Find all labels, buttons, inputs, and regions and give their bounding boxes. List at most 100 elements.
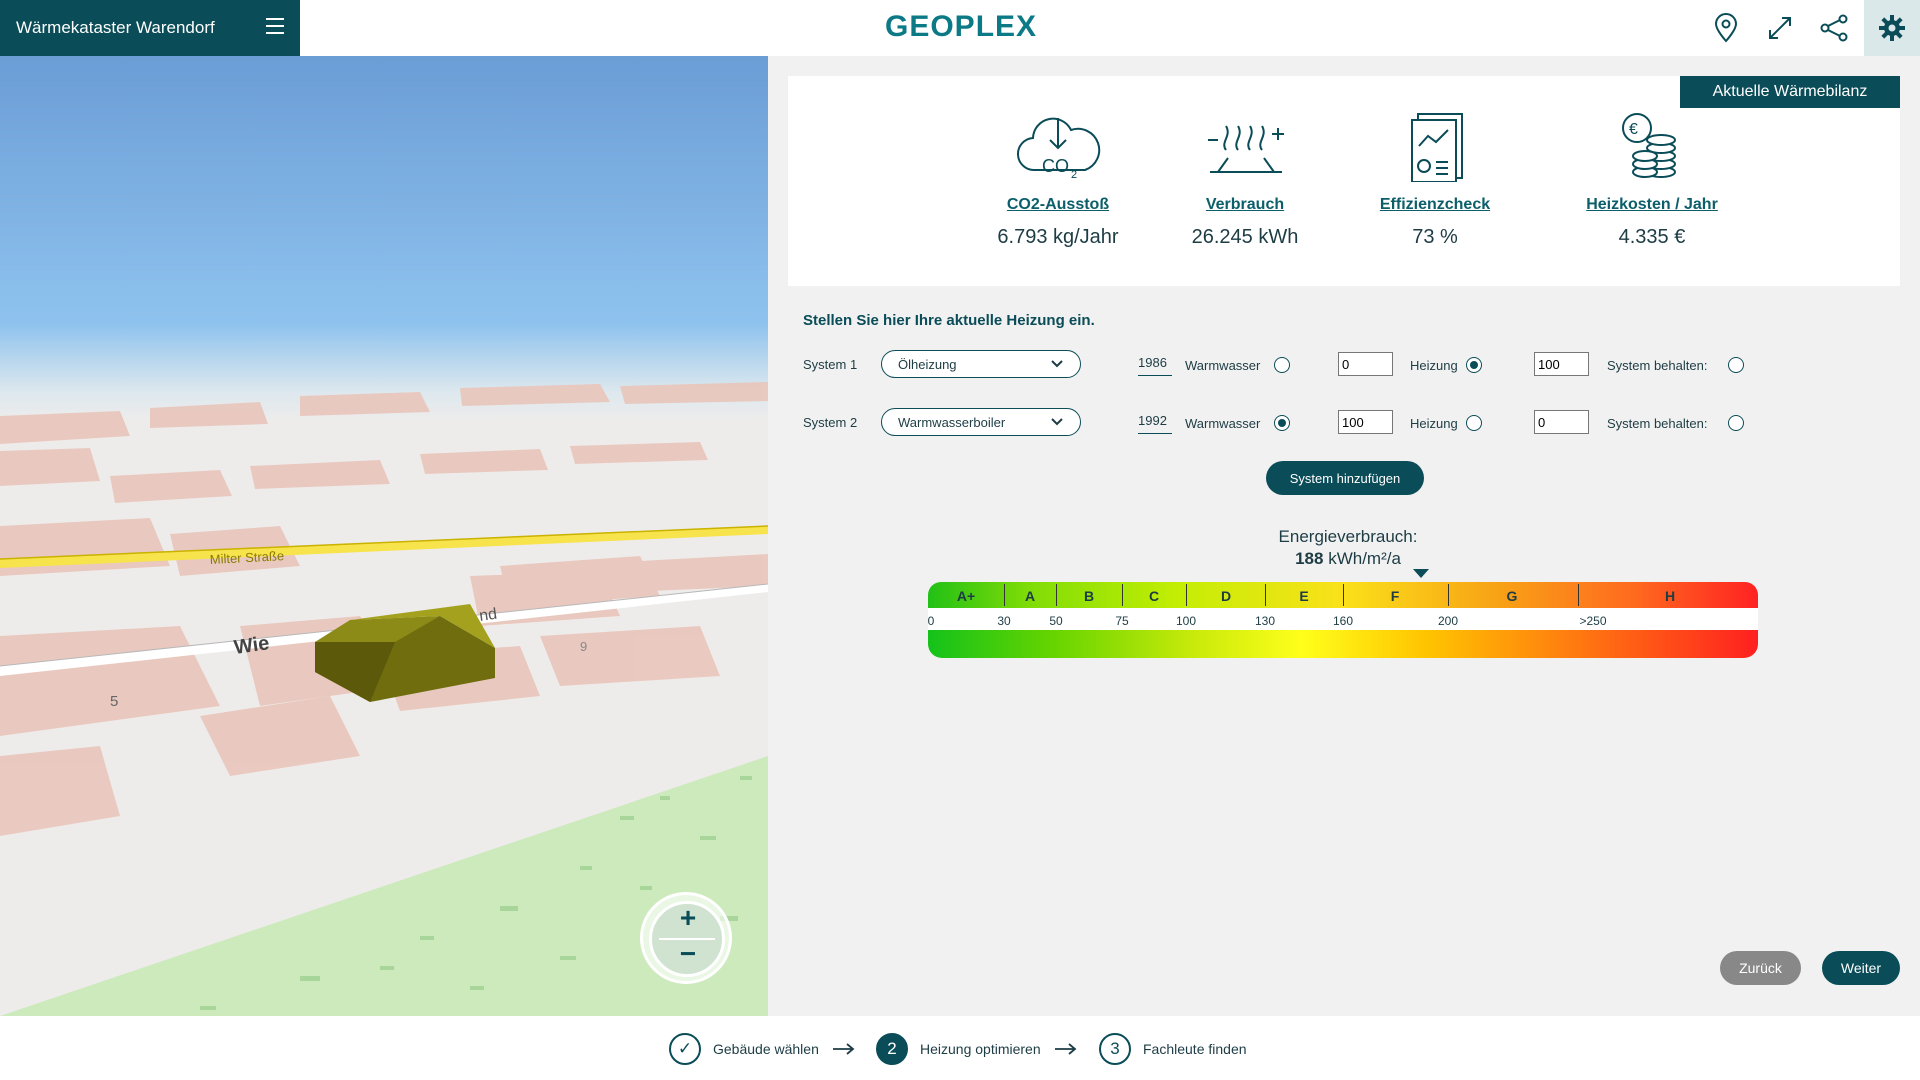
warmwasser-label: Warmwasser xyxy=(1185,416,1261,431)
chevron-down-icon xyxy=(1051,360,1063,368)
back-button[interactable]: Zurück xyxy=(1720,951,1801,985)
system-label: System 1 xyxy=(803,357,858,372)
stat-heating-cost: € Heizkosten / Jahr 4.335 € xyxy=(1552,110,1752,249)
energy-tick: 30 xyxy=(997,614,1011,628)
gear-icon[interactable] xyxy=(1864,0,1920,56)
class-separator xyxy=(1265,584,1266,606)
energy-tick: 50 xyxy=(1049,614,1063,628)
heating-type-select[interactable]: Ölheizung xyxy=(881,350,1081,378)
energy-class: D xyxy=(1220,588,1232,604)
energy-gradient-bar xyxy=(928,630,1758,658)
energy-class: A xyxy=(1024,588,1036,604)
efficiency-label[interactable]: Effizienzcheck xyxy=(1335,196,1535,214)
system-label: System 2 xyxy=(803,415,858,430)
co2-label[interactable]: CO2-Ausstoß xyxy=(958,196,1158,214)
energy-class: G xyxy=(1506,588,1518,604)
heating-section-title: Stellen Sie hier Ihre aktuelle Heizung e… xyxy=(803,312,1095,329)
keep-system-label: System behalten: xyxy=(1607,416,1708,431)
heating-panel: Aktuelle Wärmebilanz CO 2 CO2-Ausstoß 6.7… xyxy=(768,56,1920,1016)
energy-consumption-heading: Energieverbrauch: 188 kWh/m²/a xyxy=(1188,526,1508,570)
energy-class: B xyxy=(1083,588,1095,604)
keep-system-radio[interactable] xyxy=(1728,415,1744,431)
zoom-out-button[interactable]: − xyxy=(673,939,703,969)
heating-cost-label[interactable]: Heizkosten / Jahr xyxy=(1552,196,1752,214)
class-separator xyxy=(1448,584,1449,606)
energy-class: F xyxy=(1390,588,1400,604)
map-canvas: Milter Straße Wie nd 5 9 xyxy=(0,382,768,1016)
stat-co2: CO 2 CO2-Ausstoß 6.793 kg/Jahr xyxy=(958,110,1158,249)
check-icon: ✓ xyxy=(669,1033,701,1065)
warmwasser-radio[interactable] xyxy=(1274,357,1290,373)
energy-class: E xyxy=(1299,588,1309,604)
logo: GEOPLEX xyxy=(885,10,1038,43)
heizung-radio[interactable] xyxy=(1466,415,1482,431)
class-separator xyxy=(1122,584,1123,606)
heizung-label: Heizung xyxy=(1410,416,1458,431)
efficiency-value: 73 % xyxy=(1412,226,1458,248)
map-3d-view[interactable]: Milter Straße Wie nd 5 9 + − xyxy=(0,56,768,1016)
arrow-right-icon xyxy=(832,1043,855,1055)
add-system-button[interactable]: System hinzufügen xyxy=(1266,461,1424,495)
energy-marker xyxy=(1413,569,1429,578)
class-separator xyxy=(1056,584,1057,606)
heat-balance-tag: Aktuelle Wärmebilanz xyxy=(1680,76,1900,108)
zoom-control: + − xyxy=(640,892,732,984)
heating-type-select[interactable]: Warmwasserboiler xyxy=(881,408,1081,436)
app-header: Wärmekataster Warendorf GEOPLEX xyxy=(0,0,1920,56)
progress-stepper: ✓ Gebäude wählen 2 Heizung optimieren 3 … xyxy=(0,1016,1920,1080)
house-number: 5 xyxy=(110,693,118,710)
consumption-label[interactable]: Verbrauch xyxy=(1145,196,1345,214)
heizung-share-input[interactable] xyxy=(1534,352,1589,376)
energy-class: C xyxy=(1148,588,1160,604)
energy-class: H xyxy=(1664,588,1676,604)
class-separator xyxy=(1004,584,1005,606)
location-pin-icon[interactable] xyxy=(1698,0,1754,56)
step-number: 2 xyxy=(876,1033,908,1065)
heizung-label: Heizung xyxy=(1410,358,1458,373)
next-button[interactable]: Weiter xyxy=(1822,951,1900,985)
co2-value: 6.793 kg/Jahr xyxy=(997,226,1119,248)
app-title: Wärmekataster Warendorf xyxy=(16,18,215,37)
class-separator xyxy=(1186,584,1187,606)
step-find-experts[interactable]: 3 Fachleute finden xyxy=(1099,1033,1247,1065)
step-number: 3 xyxy=(1099,1033,1131,1065)
keep-system-label: System behalten: xyxy=(1607,358,1708,373)
warmwasser-share-input[interactable] xyxy=(1338,410,1393,434)
consumption-value: 26.245 kWh xyxy=(1191,226,1299,248)
energy-tick: 100 xyxy=(1175,614,1197,628)
energy-class: A+ xyxy=(956,588,976,604)
expand-icon[interactable] xyxy=(1752,0,1808,56)
keep-system-radio[interactable] xyxy=(1728,357,1744,373)
warmwasser-radio[interactable] xyxy=(1274,415,1290,431)
svg-text:CO: CO xyxy=(1042,156,1069,176)
report-icon xyxy=(1411,113,1463,182)
step-label: Fachleute finden xyxy=(1143,1041,1247,1057)
energy-tick: 160 xyxy=(1332,614,1354,628)
warmwasser-share-input[interactable] xyxy=(1338,352,1393,376)
step-select-building[interactable]: ✓ Gebäude wählen xyxy=(669,1033,855,1065)
heat-waves-icon xyxy=(1208,125,1284,173)
system-row-1: System 1 Ölheizung 1986 Warmwasser Heizu… xyxy=(803,350,1903,380)
heating-cost-value: 4.335 € xyxy=(1618,226,1686,248)
co2-cloud-icon: CO 2 xyxy=(1017,117,1101,181)
heating-type-value: Warmwasserboiler xyxy=(898,414,1006,430)
class-separator xyxy=(1578,584,1579,606)
energy-tick: 75 xyxy=(1115,614,1129,628)
stat-consumption: Verbrauch 26.245 kWh xyxy=(1145,110,1345,249)
heizung-radio[interactable] xyxy=(1466,357,1482,373)
system-year[interactable]: 1986 xyxy=(1138,355,1172,376)
step-optimize-heating[interactable]: 2 Heizung optimieren xyxy=(876,1033,1077,1065)
stat-efficiency: Effizienzcheck 73 % xyxy=(1335,110,1535,249)
warmwasser-label: Warmwasser xyxy=(1185,358,1261,373)
heizung-share-input[interactable] xyxy=(1534,410,1589,434)
euro-coins-icon: € xyxy=(1622,113,1676,178)
energy-unit: kWh/m²/a xyxy=(1328,549,1401,568)
energy-tick: 0 xyxy=(927,614,935,628)
energy-tick: 130 xyxy=(1254,614,1276,628)
app-title-bar: Wärmekataster Warendorf xyxy=(0,0,300,56)
menu-icon[interactable] xyxy=(266,18,284,36)
share-icon[interactable] xyxy=(1806,0,1862,56)
zoom-in-button[interactable]: + xyxy=(673,903,703,933)
system-row-2: System 2 Warmwasserboiler 1992 Warmwasse… xyxy=(803,408,1903,438)
system-year[interactable]: 1992 xyxy=(1138,413,1172,434)
